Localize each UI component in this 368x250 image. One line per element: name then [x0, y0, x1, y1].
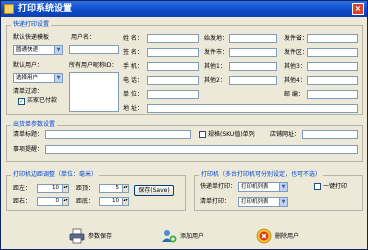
default-courier-value: 圆通快递: [16, 47, 39, 53]
buyer-paid-checkbox[interactable]: ✓: [18, 98, 25, 105]
margin-bottom-value: 10: [112, 198, 119, 204]
settings-window: 打印系统设置 × 快递打印设置 默认快递模板 圆通快递 ▼ 默认用户： 选择用户…: [0, 0, 368, 250]
margin-right-input[interactable]: 0 ▴▾: [37, 197, 69, 206]
user-name-input[interactable]: [69, 45, 119, 54]
mobile-label: 手 机：: [123, 63, 143, 70]
name-label: 姓 名：: [123, 35, 143, 42]
list-printer-value: 打印机列表: [241, 199, 269, 205]
app-icon: [4, 4, 14, 14]
delete-user-label: 删除用户: [275, 233, 300, 240]
margin-top-label: 距顶：: [76, 185, 95, 192]
delete-user-button[interactable]: 删除用户: [256, 228, 306, 246]
one-key-print-checkbox[interactable]: [314, 183, 321, 190]
address-input[interactable]: [147, 104, 358, 113]
margin-top-value: 5: [115, 185, 120, 191]
margin-left-input[interactable]: 10 ▴▾: [37, 184, 69, 193]
send-city-label: 发件市：: [204, 49, 229, 56]
stepper-icon[interactable]: ▴▾: [122, 185, 128, 192]
user-name-label: 用户名：: [71, 34, 96, 41]
company-input[interactable]: [147, 90, 199, 99]
margin-top-input[interactable]: 5 ▴▾: [99, 184, 129, 193]
window-title: 打印系统设置: [18, 4, 73, 14]
origin-label: 始发地：: [204, 35, 229, 42]
send-province-input[interactable]: [307, 34, 358, 43]
stepper-icon[interactable]: ▴▾: [62, 185, 68, 192]
courier-printer-select[interactable]: 打印机列表 ▼: [238, 182, 288, 192]
zip-label: 邮 编：: [284, 91, 304, 98]
stepper-icon[interactable]: ▴▾: [122, 198, 128, 205]
close-button[interactable]: ×: [352, 3, 364, 15]
margin-bottom-label: 距底：: [76, 198, 95, 205]
send-city-input[interactable]: [229, 48, 277, 57]
name-input[interactable]: [147, 34, 199, 43]
spec-label: 规格(SKU值)单列: [208, 131, 255, 138]
margin-right-label: 距右：: [13, 198, 32, 205]
buyer-paid-label: 买家已付款: [27, 97, 58, 104]
default-user-value: 选择用户: [16, 75, 39, 81]
margin-bottom-input[interactable]: 10 ▴▾: [99, 197, 129, 206]
other4-label: 其他4：: [284, 77, 306, 84]
list-printer-label: 清单打印：: [200, 198, 231, 205]
chevron-down-icon[interactable]: ▼: [54, 46, 62, 54]
mobile-input[interactable]: [147, 62, 199, 71]
user-list[interactable]: [69, 72, 119, 112]
chevron-down-icon[interactable]: ▼: [279, 183, 287, 191]
save-margins-button[interactable]: 保存(Save): [134, 185, 174, 196]
printer-icon: [69, 228, 85, 244]
other3-input[interactable]: [307, 62, 358, 71]
other2-label: 其他2：: [204, 77, 226, 84]
address-label: 地 址：: [123, 105, 143, 112]
margin-left-label: 距左：: [13, 185, 32, 192]
add-user-icon: [162, 230, 177, 243]
courier-printer-label: 快递单打印：: [200, 183, 237, 190]
other3-label: 其他3：: [284, 63, 306, 70]
default-courier-label: 默认快递模板: [13, 34, 50, 41]
phone-label: 电 话：: [123, 77, 143, 84]
default-user-label: 默认用户：: [13, 62, 44, 69]
default-user-select[interactable]: 选择用户 ▼: [13, 73, 63, 83]
shop-url-label: 店铺网址：: [270, 131, 301, 138]
delete-icon: [256, 228, 272, 244]
list-title-label: 清单标题：: [13, 131, 44, 138]
send-district-input[interactable]: [307, 48, 358, 57]
send-district-label: 发件区：: [284, 49, 309, 56]
other2-input[interactable]: [229, 76, 277, 85]
footer-input[interactable]: [45, 145, 358, 154]
other1-label: 其他1：: [204, 63, 226, 70]
other1-input[interactable]: [229, 62, 277, 71]
all-users-label: 所有用户昵称ID：: [69, 62, 118, 69]
stepper-icon[interactable]: ▴▾: [62, 198, 68, 205]
save-params-button[interactable]: 参数保存: [69, 228, 119, 246]
courier-printer-value: 打印机列表: [241, 184, 269, 190]
footer-label: 事项提醒：: [13, 146, 44, 153]
origin-input[interactable]: [229, 34, 277, 43]
company-label: 单 位：: [123, 91, 143, 98]
sign-input[interactable]: [147, 48, 199, 57]
chevron-down-icon[interactable]: ▼: [279, 198, 287, 206]
save-params-label: 参数保存: [88, 233, 113, 240]
list-title-input[interactable]: [45, 130, 191, 139]
send-province-label: 发件省：: [284, 35, 309, 42]
add-user-label: 添加用户: [180, 233, 205, 240]
add-user-button[interactable]: 添加用户: [161, 228, 211, 246]
margin-right-value: 0: [55, 198, 60, 204]
title-bar[interactable]: 打印系统设置 ×: [1, 1, 367, 17]
list-printer-select[interactable]: 打印机列表 ▼: [238, 197, 288, 207]
printer-group-title: 打印机（多台打印机可分别设定，也可不选）: [199, 171, 324, 179]
spec-checkbox[interactable]: [199, 131, 206, 138]
phone-input[interactable]: [147, 76, 199, 85]
shop-url-input[interactable]: [302, 130, 358, 139]
default-courier-select[interactable]: 圆通快递 ▼: [13, 45, 63, 55]
filter-label: 清单过滤：: [13, 88, 44, 95]
sign-label: 签 名：: [123, 49, 143, 56]
courier-group-title: 快递打印设置: [11, 21, 52, 29]
one-key-print-label: 一键打印: [323, 183, 348, 190]
chevron-down-icon[interactable]: ▼: [54, 74, 62, 82]
margins-group-title: 打印机边距调整（单位：毫米）: [11, 171, 100, 179]
other4-input[interactable]: [307, 76, 358, 85]
zip-input[interactable]: [307, 90, 358, 99]
shipping-group-title: 出货单参数设置: [11, 121, 58, 129]
margin-left-value: 10: [52, 185, 59, 191]
